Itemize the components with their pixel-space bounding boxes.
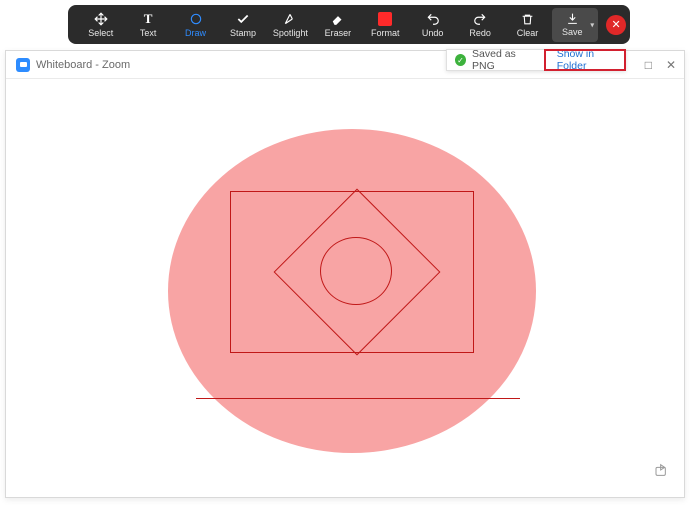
whiteboard-window: Whiteboard - Zoom □ ✕ xyxy=(5,50,685,498)
check-icon xyxy=(236,11,250,27)
format-label: Format xyxy=(371,29,400,38)
draw-icon xyxy=(189,11,203,27)
divider xyxy=(544,50,545,70)
spotlight-tool[interactable]: Spotlight xyxy=(268,8,313,42)
move-icon xyxy=(94,11,108,27)
clear-tool[interactable]: Clear xyxy=(505,8,550,42)
drawing-line xyxy=(196,398,520,399)
window-title: Whiteboard - Zoom xyxy=(36,59,130,71)
clear-label: Clear xyxy=(517,29,539,38)
undo-icon xyxy=(426,11,440,27)
select-label: Select xyxy=(88,29,113,38)
save-label: Save xyxy=(562,27,583,37)
drawing-circle xyxy=(320,237,392,305)
text-tool[interactable]: T Text xyxy=(125,8,170,42)
window-controls: □ ✕ xyxy=(645,51,676,79)
undo-label: Undo xyxy=(422,29,444,38)
close-window-icon[interactable]: ✕ xyxy=(666,58,676,72)
eraser-label: Eraser xyxy=(325,29,352,38)
close-toolbar-button[interactable]: ✕ xyxy=(606,15,626,35)
trash-icon xyxy=(521,11,534,27)
spotlight-icon xyxy=(283,11,297,27)
show-in-folder-link[interactable]: Show in Folder xyxy=(553,48,625,72)
share-icon[interactable] xyxy=(654,462,670,483)
format-icon xyxy=(378,11,392,27)
save-button[interactable]: Save ▾ xyxy=(552,8,598,42)
draw-label: Draw xyxy=(185,29,206,38)
text-icon: T xyxy=(144,11,153,27)
stamp-label: Stamp xyxy=(230,29,256,38)
zoom-app-icon xyxy=(16,58,30,72)
annotation-toolbar: Select T Text Draw Stamp Spotlight Erase… xyxy=(68,5,630,44)
text-label: Text xyxy=(140,29,157,38)
saved-text: Saved as PNG xyxy=(472,48,536,72)
eraser-tool[interactable]: Eraser xyxy=(315,8,360,42)
saved-toast: ✓ Saved as PNG Show in Folder xyxy=(446,49,626,71)
whiteboard-canvas[interactable] xyxy=(6,79,684,497)
check-circle-icon: ✓ xyxy=(455,54,466,66)
redo-label: Redo xyxy=(469,29,491,38)
eraser-icon xyxy=(331,11,345,27)
stamp-tool[interactable]: Stamp xyxy=(220,8,265,42)
download-icon xyxy=(566,12,579,27)
redo-tool[interactable]: Redo xyxy=(457,8,502,42)
chevron-down-icon: ▾ xyxy=(590,20,594,29)
draw-tool[interactable]: Draw xyxy=(173,8,218,42)
undo-tool[interactable]: Undo xyxy=(410,8,455,42)
spotlight-label: Spotlight xyxy=(273,29,308,38)
close-icon: ✕ xyxy=(611,18,620,31)
select-tool[interactable]: Select xyxy=(78,8,123,42)
redo-icon xyxy=(473,11,487,27)
maximize-icon[interactable]: □ xyxy=(645,58,652,72)
format-tool[interactable]: Format xyxy=(363,8,408,42)
